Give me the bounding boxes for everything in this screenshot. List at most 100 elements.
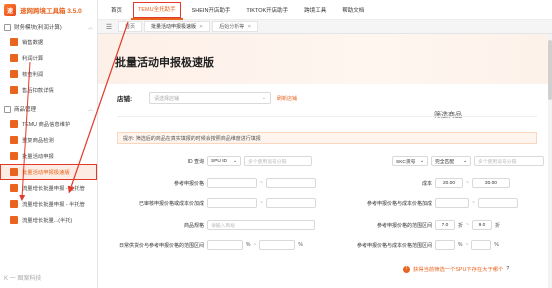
page-tab-analysis[interactable]: 后始分析等 ✕: [212, 21, 259, 32]
sidebar-item-label: 批量活动申报: [22, 154, 54, 160]
sidebar-item-label: 流量增长批量...(半托): [22, 218, 73, 224]
sidebar-item-aftersale[interactable]: 售后扣款详情: [0, 82, 97, 98]
range-separator: ~: [260, 180, 263, 186]
top-tab-tools[interactable]: 跨境工具: [297, 0, 333, 20]
sidebar-group-label: 财务模块(利润计算): [14, 25, 62, 31]
watermark: K 一 图案科技: [4, 276, 42, 282]
page-tab-batch-fast[interactable]: 批量活动申报极速版 ✕: [144, 21, 211, 32]
id-type-select[interactable]: SPU ID ⌄: [207, 156, 241, 166]
sidebar-item-label: 重复商品检测: [22, 138, 54, 144]
sidebar-item-label: 流量增长批量申报 - 全托管: [22, 186, 85, 192]
ref-price-min-input[interactable]: [207, 178, 257, 188]
warning-icon: !: [403, 265, 410, 273]
close-icon[interactable]: ✕: [199, 24, 203, 30]
close-icon[interactable]: ✕: [247, 24, 251, 30]
id-type-value: SPU ID: [211, 158, 227, 164]
sidebar-item-temu-info[interactable]: TEMU 商品信息维护: [0, 116, 97, 132]
ref-ratio-max-input[interactable]: [477, 198, 518, 208]
ref-ratio-filter: 参考申报价格与成本价格加成 ~: [348, 198, 518, 208]
ref-ratio-label: 参考申报价格与成本价格加成: [366, 200, 432, 207]
skc-query-filter: SKC货号 ⌄ 完全匹配 ⌄ 多个使用逗号分隔: [392, 156, 544, 166]
range-separator: ~: [466, 180, 469, 186]
top-tab-shein[interactable]: SHEIN开店助手: [185, 0, 238, 20]
range-separator: ~: [253, 242, 257, 248]
ref-ratio-min-input[interactable]: [435, 198, 469, 208]
spec-input[interactable]: 请输入商规: [207, 220, 315, 230]
tip-banner: 提示: 筛选后的商品在真实填报的时候会按照商品维度进行填报: [117, 132, 537, 144]
ref-price-filter: 参考申报价格 ~: [138, 178, 316, 188]
discount-unit: 折: [458, 222, 464, 229]
main-content: 批量活动申报极速版 店铺: 请选择店铺 ⌄ 刷新店铺 筛选商品 提示: 筛选后的…: [98, 34, 552, 288]
sidebar-group-label: 商品管理: [14, 107, 37, 113]
help-icon[interactable]: ?: [506, 266, 509, 272]
sidebar-item-traffic-semi[interactable]: 流量增长批量...(半托): [0, 212, 97, 228]
cost-label: 成本: [421, 180, 432, 187]
spu-note-text: 获得当前筛选一个SPU下存在大于哪个: [413, 267, 504, 273]
ref-price-max-input[interactable]: [265, 178, 316, 188]
declared-ratio-max-input[interactable]: [265, 198, 316, 208]
cost-pct-filter: 参考申报价格与成本价格范围区间 % ~ %: [348, 240, 499, 250]
refresh-store-link[interactable]: 刷新店铺: [277, 95, 297, 102]
percent-unit: %: [494, 242, 499, 248]
page-tab-label: 批量活动申报极速版: [151, 24, 197, 30]
spec-placeholder: 请输入商规: [211, 223, 235, 229]
sidebar-item-batch-activity-fast[interactable]: 批量活动申报极速版: [0, 164, 97, 180]
chevron-up-icon: ︿: [87, 24, 93, 31]
id-query-label: ID 查询: [187, 158, 204, 165]
app-logo: 速: [4, 4, 16, 16]
sidebar-item-traffic-full[interactable]: 流量增长批量申报 - 全托管: [0, 180, 97, 196]
discount-max-input[interactable]: 9.0: [471, 220, 492, 230]
sidebar-item-label: 批量活动申报极速版: [22, 170, 70, 176]
sold-ratio-label: 日常供货价与参考申报价格的范围区间: [118, 242, 204, 249]
sidebar: 速 速网跨境工具箱 3.5.0 财务模块(利润计算) ︿ 销售数据 利润计算 核…: [0, 0, 98, 288]
declared-ratio-label: 已审核申报价格或成本价加成: [138, 200, 204, 207]
scrollbar-thumb[interactable]: [548, 40, 552, 100]
sidebar-group-finance[interactable]: 财务模块(利润计算) ︿: [0, 20, 97, 34]
sold-ratio-max-input[interactable]: [259, 240, 296, 250]
range-separator: ~: [465, 242, 469, 248]
top-tab-tiktok[interactable]: TIKTOK开店助手: [239, 0, 295, 20]
skc-query-input[interactable]: 多个使用逗号分隔: [474, 156, 544, 166]
cost-min-input[interactable]: 20.00: [435, 178, 463, 188]
sidebar-item-sales[interactable]: 销售数据: [0, 34, 97, 50]
page-tab-home[interactable]: 首页: [118, 21, 143, 32]
duplicate-icon: [10, 136, 18, 144]
declared-ratio-min-input[interactable]: [207, 198, 257, 208]
store-select[interactable]: 请选择店铺 ⌄: [149, 92, 271, 104]
match-mode-select[interactable]: 完全匹配 ⌄: [431, 156, 471, 166]
range-separator: ~: [466, 222, 469, 228]
sales-icon: [10, 38, 18, 46]
spu-note[interactable]: ! 获得当前筛选一个SPU下存在大于哪个 ?: [403, 265, 509, 273]
batch-icon: [10, 152, 18, 160]
store-label: 店铺:: [117, 96, 133, 103]
sidebar-item-traffic-half[interactable]: 流量增长批量申报 - 半托管: [0, 196, 97, 212]
sidebar-item-check-profit[interactable]: 核查利润: [0, 66, 97, 82]
sidebar-item-profit[interactable]: 利润计算: [0, 50, 97, 66]
top-tab-temu[interactable]: TEMU全托助手: [131, 0, 183, 20]
chevron-down-icon: ⌄: [462, 158, 467, 164]
top-tab-home[interactable]: 首页: [104, 0, 129, 20]
cost-max-input[interactable]: 30.00: [471, 178, 510, 188]
section-title: 筛选商品: [98, 110, 552, 120]
skc-type-select[interactable]: SKC货号 ⌄: [392, 156, 428, 166]
top-tab-help[interactable]: 帮助文档: [335, 0, 371, 20]
sidebar-item-batch-activity[interactable]: 批量活动申报: [0, 148, 97, 164]
discount-min-input[interactable]: 7.0: [435, 220, 455, 230]
sidebar-item-label: 核查利润: [22, 72, 44, 78]
sold-ratio-filter: 日常供货价与参考申报价格的范围区间 % ~ %: [108, 240, 303, 250]
spec-filter: 商品规格 请输入商规: [138, 220, 315, 230]
sidebar-item-duplicate[interactable]: 重复商品检测: [0, 132, 97, 148]
cost-pct-max-input[interactable]: [471, 240, 492, 250]
cost-pct-min-input[interactable]: [435, 240, 455, 250]
info-icon: [10, 120, 18, 128]
menu-toggle-icon[interactable]: ☰: [102, 22, 116, 32]
sidebar-item-label: 流量增长批量申报 - 半托管: [22, 202, 85, 208]
cost-filter: 成本 20.00 ~ 30.00: [338, 178, 510, 188]
id-query-input[interactable]: 多个使用逗号分隔: [244, 156, 312, 166]
chevron-down-icon: ⌄: [419, 158, 424, 164]
traffic-icon: [10, 184, 18, 192]
sidebar-group-products[interactable]: 商品管理 ︿: [0, 102, 97, 116]
traffic-icon: [10, 200, 18, 208]
sold-ratio-min-input[interactable]: [207, 240, 243, 250]
range-separator: ~: [472, 200, 475, 206]
